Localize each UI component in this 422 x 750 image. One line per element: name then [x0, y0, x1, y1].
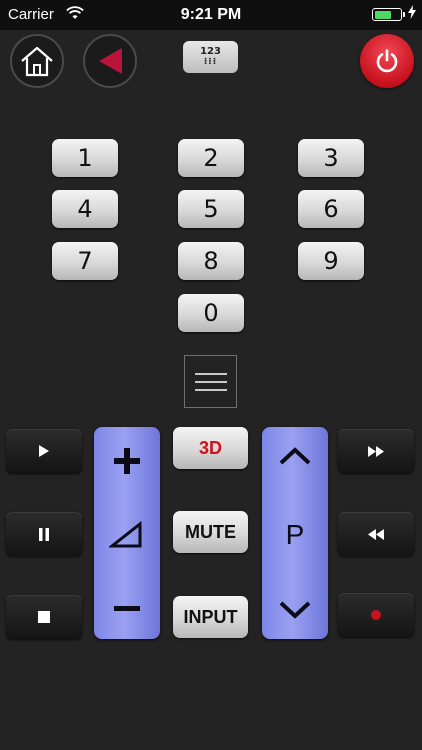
key-0[interactable]: 0 — [178, 294, 244, 332]
keypad-toggle-button[interactable]: 123 ⁝⁝⁝ — [183, 41, 238, 73]
chevron-down-icon — [279, 601, 311, 619]
key-3[interactable]: 3 — [298, 139, 364, 177]
pause-button[interactable] — [6, 512, 82, 556]
home-icon — [21, 46, 53, 77]
keypad-toggle-dots: ⁝⁝⁝ — [203, 57, 218, 67]
play-icon — [39, 445, 49, 457]
record-icon — [371, 610, 381, 620]
play-button[interactable] — [6, 429, 82, 473]
key-7[interactable]: 7 — [52, 242, 118, 280]
back-button[interactable] — [83, 34, 137, 88]
key-5[interactable]: 5 — [178, 190, 244, 228]
channel-label: P — [285, 519, 305, 550]
rewind-icon — [368, 528, 384, 540]
battery-icon — [372, 8, 402, 21]
status-bar: Carrier 9:21 PM — [0, 0, 422, 30]
mute-button[interactable]: MUTE — [173, 511, 248, 553]
channel-up-button[interactable] — [279, 447, 311, 465]
power-button[interactable] — [360, 34, 414, 88]
fast-forward-button[interactable] — [338, 429, 414, 473]
menu-icon-line — [194, 380, 227, 383]
menu-icon-line — [194, 372, 227, 375]
battery-nub — [403, 12, 405, 17]
3d-button[interactable]: 3D — [173, 427, 248, 469]
stop-icon — [38, 611, 50, 623]
channel-rocker: P — [262, 427, 328, 639]
menu-button[interactable] — [184, 355, 237, 408]
volume-up-button[interactable] — [113, 447, 141, 475]
input-button[interactable]: INPUT — [173, 596, 248, 638]
chevron-up-icon — [279, 447, 311, 465]
volume-down-button[interactable] — [114, 606, 140, 612]
status-time: 9:21 PM — [180, 6, 242, 23]
minus-icon — [114, 606, 140, 611]
key-4[interactable]: 4 — [52, 190, 118, 228]
key-8[interactable]: 8 — [178, 242, 244, 280]
rewind-button[interactable] — [338, 512, 414, 556]
keypad-toggle-label: 123 — [200, 46, 221, 57]
volume-rocker — [94, 427, 160, 639]
key-9[interactable]: 9 — [298, 242, 364, 280]
menu-icon-line — [194, 388, 227, 391]
key-2[interactable]: 2 — [178, 139, 244, 177]
home-button[interactable] — [10, 34, 64, 88]
back-triangle-icon — [99, 48, 122, 74]
volume-icon — [109, 521, 142, 548]
record-button[interactable] — [338, 593, 414, 637]
power-icon — [376, 49, 398, 73]
stop-button[interactable] — [6, 595, 82, 639]
channel-down-button[interactable] — [279, 601, 311, 619]
battery-level — [374, 10, 392, 19]
key-1[interactable]: 1 — [52, 139, 118, 177]
key-6[interactable]: 6 — [298, 190, 364, 228]
charging-bolt-icon — [408, 5, 416, 19]
pause-icon — [39, 527, 49, 541]
fast-forward-icon — [368, 445, 384, 457]
